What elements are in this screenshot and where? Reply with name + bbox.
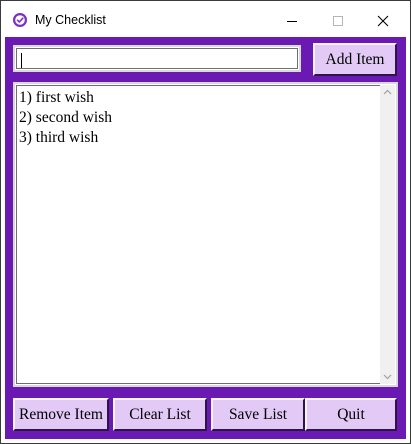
text-caret	[21, 53, 22, 68]
app-window: My Checklist Add Item 1) first wish 2) s…	[0, 0, 411, 444]
maximize-icon	[333, 16, 343, 26]
close-icon	[377, 15, 389, 27]
clear-list-button[interactable]: Clear List	[113, 398, 207, 431]
add-item-button[interactable]: Add Item	[313, 43, 397, 76]
scroll-down-button[interactable]	[380, 369, 395, 384]
entry-inner-border	[16, 48, 298, 69]
remove-item-button[interactable]: Remove Item	[13, 398, 109, 431]
quit-button[interactable]: Quit	[305, 398, 397, 431]
app-check-icon	[12, 12, 28, 28]
window-title: My Checklist	[35, 13, 106, 27]
chevron-up-icon	[383, 89, 392, 95]
list-item[interactable]: 3) third wish	[19, 128, 112, 148]
minimize-icon	[287, 21, 297, 22]
maximize-button[interactable]	[315, 1, 361, 37]
listbox-inner-border: 1) first wish 2) second wish 3) third wi…	[16, 85, 395, 384]
client-area: Add Item 1) first wish 2) second wish 3)…	[5, 37, 406, 439]
save-list-button[interactable]: Save List	[211, 398, 305, 431]
item-entry-field[interactable]	[13, 45, 301, 72]
close-button[interactable]	[360, 1, 406, 37]
chevron-down-icon	[383, 374, 392, 380]
list-item[interactable]: 2) second wish	[19, 108, 112, 128]
minimize-button[interactable]	[269, 1, 315, 37]
scroll-up-button[interactable]	[380, 85, 395, 100]
list-items: 1) first wish 2) second wish 3) third wi…	[19, 88, 112, 148]
checklist-listbox[interactable]: 1) first wish 2) second wish 3) third wi…	[13, 82, 398, 387]
list-item[interactable]: 1) first wish	[19, 88, 112, 108]
vertical-scrollbar[interactable]	[380, 85, 395, 384]
title-bar[interactable]: My Checklist	[1, 1, 410, 37]
